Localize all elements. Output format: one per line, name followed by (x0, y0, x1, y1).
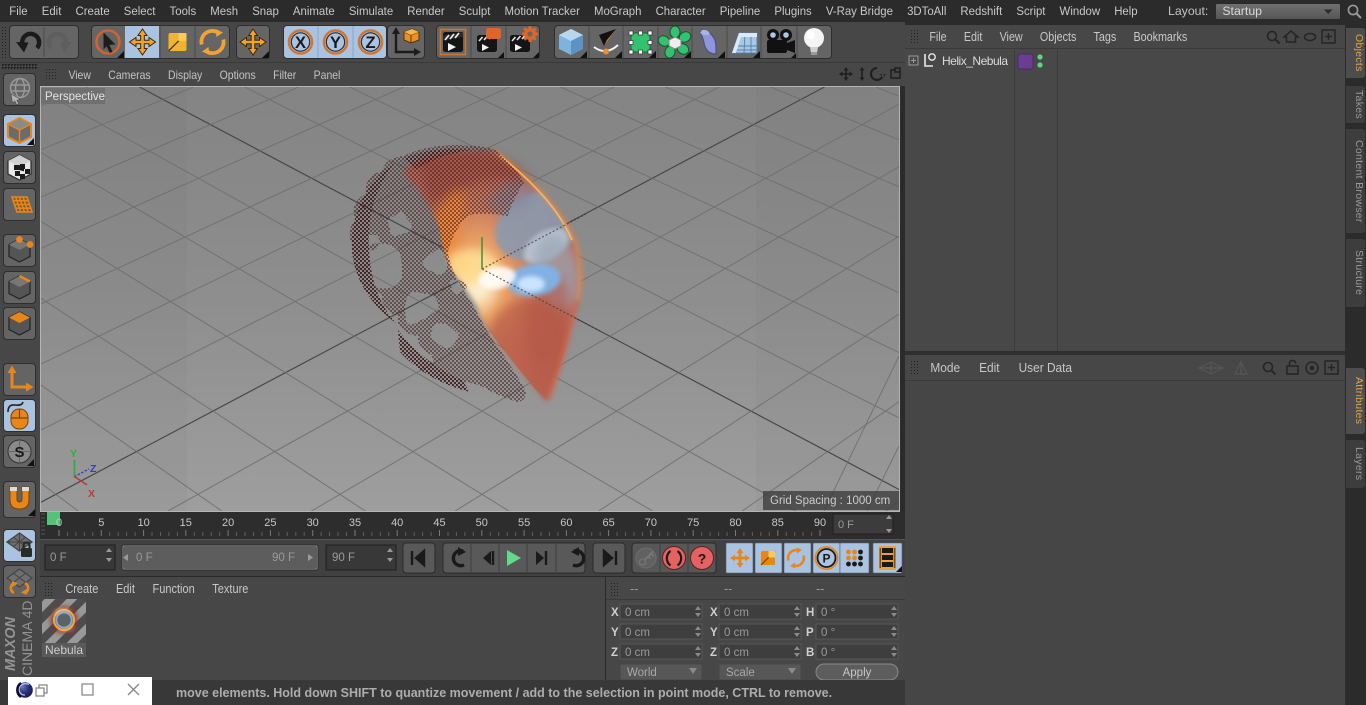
svg-text:Y: Y (710, 627, 718, 639)
svg-text:35: 35 (349, 517, 361, 529)
svg-text:Y: Y (330, 34, 341, 52)
svg-text:Scale: Scale (726, 667, 755, 679)
svg-text:MAXON: MAXON (3, 617, 19, 672)
svg-text:50: 50 (476, 517, 488, 529)
svg-text:Y: Y (70, 448, 77, 460)
svg-text:Z: Z (365, 34, 375, 52)
svg-text:0 F: 0 F (136, 552, 153, 564)
svg-text:Helix_Nebula: Helix_Nebula (942, 54, 1008, 68)
svg-text:0 cm: 0 cm (625, 607, 650, 619)
svg-text:0 F: 0 F (50, 552, 67, 564)
svg-text:CINEMA 4D: CINEMA 4D (19, 601, 35, 676)
svg-text:H: H (806, 607, 814, 619)
svg-text:45: 45 (433, 517, 445, 529)
svg-text:Apply: Apply (843, 667, 872, 679)
svg-text:90 F: 90 F (332, 552, 355, 564)
svg-text:75: 75 (687, 517, 699, 529)
svg-text:0 cm: 0 cm (625, 647, 650, 659)
svg-text:0 cm: 0 cm (724, 627, 749, 639)
svg-text:World: World (627, 667, 657, 679)
svg-text:80: 80 (729, 517, 741, 529)
svg-text:90: 90 (814, 517, 826, 529)
svg-text:65: 65 (602, 517, 614, 529)
svg-text:?: ? (698, 551, 707, 567)
svg-text:Z: Z (710, 647, 717, 659)
svg-text:70: 70 (645, 517, 657, 529)
svg-text:0: 0 (56, 517, 62, 529)
svg-text:5: 5 (98, 517, 104, 529)
svg-text:10: 10 (137, 517, 149, 529)
svg-text:X: X (295, 34, 306, 52)
svg-text:0 cm: 0 cm (724, 647, 749, 659)
svg-text:25: 25 (264, 517, 276, 529)
svg-text:20: 20 (222, 517, 234, 529)
svg-text:0 °: 0 ° (821, 647, 835, 659)
svg-text:B: B (806, 647, 814, 659)
svg-text:30: 30 (307, 517, 319, 529)
svg-text:Perspective: Perspective (45, 91, 105, 103)
svg-text:0 F: 0 F (838, 519, 854, 531)
svg-text:Grid Spacing : 1000 cm: Grid Spacing : 1000 cm (770, 495, 890, 507)
svg-text:85: 85 (772, 517, 784, 529)
svg-text:X: X (611, 607, 619, 619)
svg-text:X: X (88, 488, 95, 500)
svg-text:0 °: 0 ° (821, 607, 835, 619)
svg-text:Z: Z (90, 463, 97, 475)
svg-text:P: P (806, 627, 814, 639)
svg-text:15: 15 (180, 517, 192, 529)
svg-text:X: X (710, 607, 718, 619)
svg-text:S: S (14, 444, 24, 461)
svg-text:Y: Y (611, 627, 619, 639)
svg-text:0 cm: 0 cm (625, 627, 650, 639)
svg-text:0 cm: 0 cm (724, 607, 749, 619)
svg-text:60: 60 (560, 517, 572, 529)
svg-text:90 F: 90 F (272, 552, 295, 564)
svg-text:P: P (822, 552, 830, 566)
svg-text:Z: Z (611, 647, 618, 659)
svg-text:55: 55 (518, 517, 530, 529)
svg-text:0 °: 0 ° (821, 627, 835, 639)
svg-text:40: 40 (391, 517, 403, 529)
